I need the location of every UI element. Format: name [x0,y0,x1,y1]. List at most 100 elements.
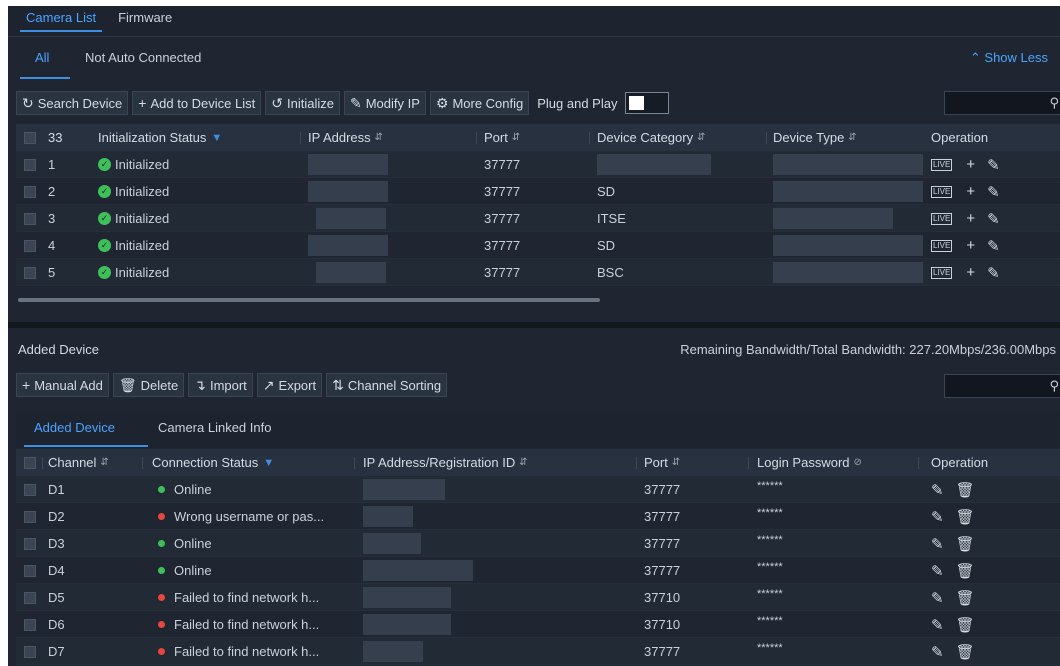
ip-registration-header[interactable]: IP Address/Registration ID ⇵ [363,449,528,476]
row-checkbox[interactable] [24,212,36,225]
plug-and-play-label: Plug and Play [537,95,618,111]
row-checkbox[interactable] [24,537,36,550]
row-checkbox[interactable] [24,618,36,631]
export-button[interactable]: ↗ Export [256,373,323,397]
trash-icon[interactable]: 🗑 [956,562,975,580]
more-config-button[interactable]: ⚙ More Config [429,91,530,115]
category-header-label: Device Category [597,130,694,145]
delete-button[interactable]: 🗑 Delete [112,373,185,397]
initialize-button[interactable]: ↺ Initialize [265,91,340,115]
live-view-icon[interactable]: LIVE [931,212,953,225]
table-row[interactable]: 1 ✓ Initialized 37777 LIVE + ✎ [16,151,1060,178]
trash-icon[interactable]: 🗑 [956,616,975,634]
add-icon[interactable]: + [966,156,975,173]
manual-add-button[interactable]: + Manual Add [16,373,109,397]
init-status-text: Initialized [115,211,170,226]
edit-icon[interactable]: ✎ [987,210,1000,228]
select-all-checkbox[interactable] [24,131,36,144]
eye-slash-icon[interactable]: ⊘ [854,457,862,468]
status-dot-icon [158,513,165,520]
table-row[interactable]: 2 ✓ Initialized 37777 SD LIVE + ✎ [16,178,1060,205]
edit-icon[interactable]: ✎ [931,562,944,580]
tab-firmware[interactable]: Firmware [112,6,178,36]
add-icon[interactable]: + [966,237,975,254]
tab-added-device[interactable]: Added Device [34,420,115,435]
password-cell: ****** [757,587,783,600]
table-row[interactable]: 5 ✓ Initialized 37777 BSC LIVE + ✎ [16,259,1060,286]
port-header[interactable]: Port ⇵ [484,124,520,151]
horizontal-scrollbar[interactable] [18,298,600,302]
filter-icon[interactable]: ▼ [211,132,222,144]
init-status-header[interactable]: Initialization Status ▼ [98,124,222,151]
add-icon[interactable]: + [966,210,975,227]
plug-and-play-toggle[interactable] [625,92,670,114]
add-icon[interactable]: + [966,183,975,200]
add-icon[interactable]: + [966,264,975,281]
table-row[interactable]: D7 Failed to find network h... 37777 ***… [16,638,1060,665]
trash-icon[interactable]: 🗑 [956,481,975,499]
trash-icon[interactable]: 🗑 [956,643,975,661]
edit-icon[interactable]: ✎ [987,156,1000,174]
live-view-icon[interactable]: LIVE [931,158,953,171]
table-row[interactable]: D2 Wrong username or pas... 37777 ******… [16,503,1060,530]
manual-add-label: Manual Add [34,377,103,393]
plus-icon: + [22,377,31,393]
search-device-button[interactable]: ↻ Search Device [16,91,129,115]
row-checkbox[interactable] [24,185,36,198]
table-row[interactable]: D5 Failed to find network h... 37710 ***… [16,584,1060,611]
trash-icon[interactable]: 🗑 [956,589,975,607]
show-less-link[interactable]: ⌃ Show Less [970,50,1048,66]
row-checkbox[interactable] [24,266,36,279]
edit-icon[interactable]: ✎ [931,616,944,634]
trash-icon[interactable]: 🗑 [956,508,975,526]
row-checkbox[interactable] [24,483,36,496]
import-button[interactable]: ↴ Import [188,373,253,397]
row-checkbox[interactable] [24,564,36,577]
added-table-header: Channel ⇵ Connection Status ▼ IP Address… [16,449,1060,476]
ip-header[interactable]: IP Address ⇵ [308,124,383,151]
table-row[interactable]: 3 ✓ Initialized 37777 ITSE LIVE + ✎ [16,205,1060,232]
table-row[interactable]: D1 Online 37777 ****** ✎ 🗑 [16,476,1060,503]
table-row[interactable]: D6 Failed to find network h... 37710 ***… [16,611,1060,638]
live-view-icon[interactable]: LIVE [931,266,953,279]
channel-sorting-button[interactable]: ⇅ Channel Sorting [326,373,448,397]
trash-icon[interactable]: 🗑 [956,535,975,553]
row-checkbox[interactable] [24,591,36,604]
category-header[interactable]: Device Category ⇵ [597,124,706,151]
row-checkbox[interactable] [24,158,36,171]
row-checkbox[interactable] [24,239,36,252]
port-header[interactable]: Port ⇵ [644,449,680,476]
filter-tab-not-auto-connected[interactable]: Not Auto Connected [85,50,201,65]
type-header[interactable]: Device Type ⇵ [773,124,857,151]
edit-icon[interactable]: ✎ [987,183,1000,201]
live-view-icon[interactable]: LIVE [931,185,953,198]
filter-icon[interactable]: ▼ [263,457,274,469]
edit-icon[interactable]: ✎ [931,508,944,526]
table-row[interactable]: 4 ✓ Initialized 37777 SD LIVE + ✎ [16,232,1060,259]
table-row[interactable]: D4 Online 37777 ****** ✎ 🗑 [16,557,1060,584]
edit-icon[interactable]: ✎ [931,481,944,499]
column-separator [918,457,919,469]
modify-ip-button[interactable]: ✎ Modify IP [343,91,426,115]
edit-icon[interactable]: ✎ [931,643,944,661]
added-device-search-input[interactable]: ⚲ [944,374,1060,398]
edit-icon[interactable]: ✎ [931,535,944,553]
edit-icon[interactable]: ✎ [987,264,1000,282]
init-status-header-label: Initialization Status [98,130,207,145]
channel-header[interactable]: Channel ⇵ [48,449,109,476]
added-device-table: Channel ⇵ Connection Status ▼ IP Address… [16,449,1060,665]
select-all-checkbox[interactable] [24,456,36,469]
tab-camera-linked-info[interactable]: Camera Linked Info [158,420,271,435]
filter-tab-all[interactable]: All [35,50,49,65]
row-checkbox[interactable] [24,645,36,658]
connection-status-header[interactable]: Connection Status ▼ [152,449,274,476]
redacted-block [308,181,388,202]
live-view-icon[interactable]: LIVE [931,239,953,252]
tab-camera-list[interactable]: Camera List [20,6,103,32]
add-to-device-list-button[interactable]: + Add to Device List [132,91,262,115]
edit-icon[interactable]: ✎ [931,589,944,607]
edit-icon[interactable]: ✎ [987,237,1000,255]
table-row[interactable]: D3 Online 37777 ****** ✎ 🗑 [16,530,1060,557]
row-checkbox[interactable] [24,510,36,523]
camera-search-input[interactable]: ⚲ [944,91,1060,115]
